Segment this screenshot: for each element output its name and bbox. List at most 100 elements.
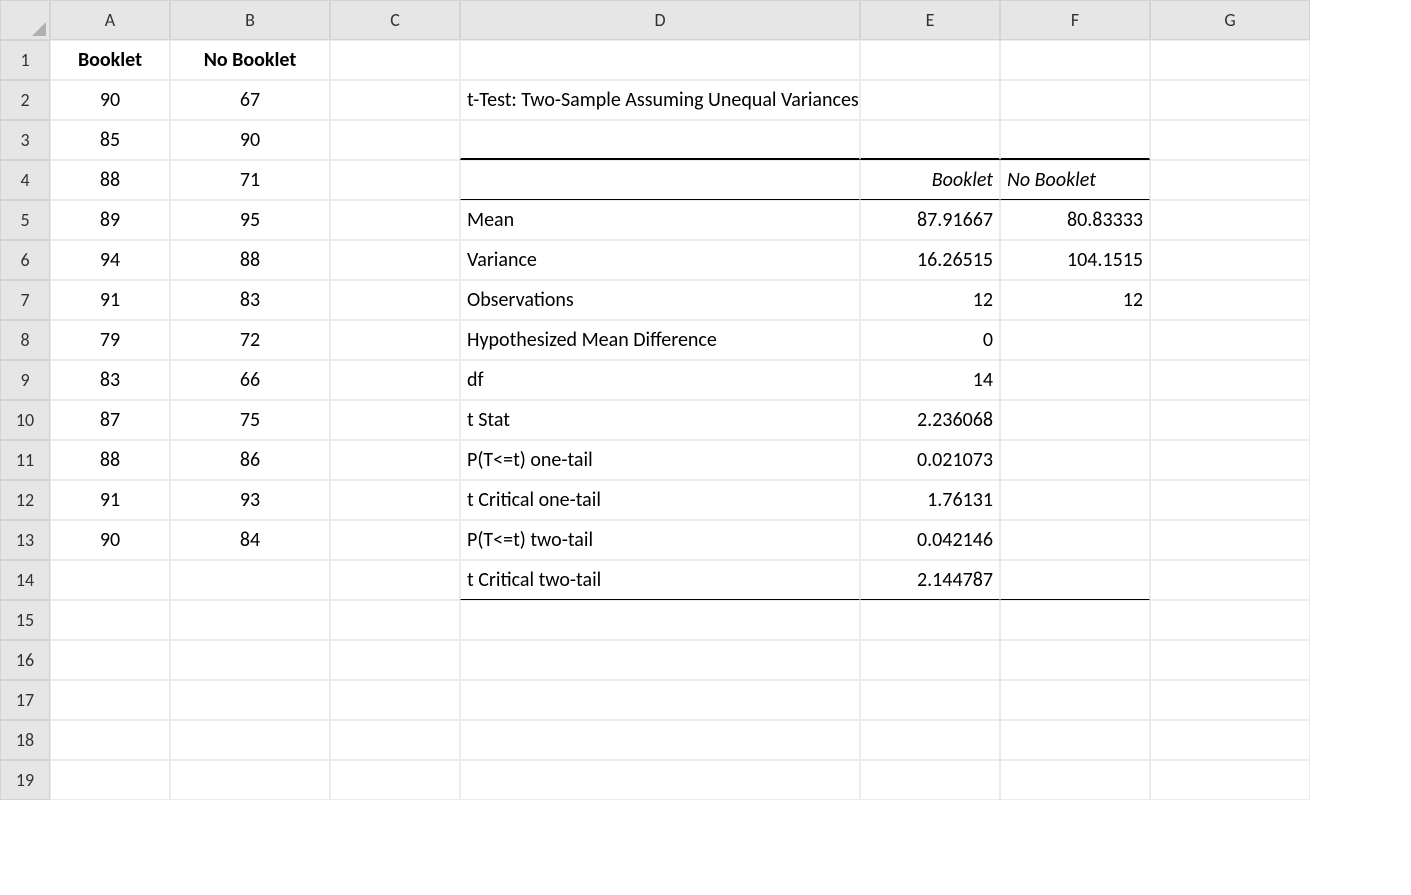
row-header-15[interactable]: 15 [0, 600, 50, 640]
cell-A12[interactable]: 91 [50, 480, 170, 520]
cell-A6[interactable]: 94 [50, 240, 170, 280]
row-header-8[interactable]: 8 [0, 320, 50, 360]
col-header-G[interactable]: G [1150, 0, 1310, 40]
row-header-3[interactable]: 3 [0, 120, 50, 160]
cell-E15[interactable] [860, 600, 1000, 640]
cell-C19[interactable] [330, 760, 460, 800]
cell-A1[interactable]: Booklet [50, 40, 170, 80]
cell-F11[interactable] [1000, 440, 1150, 480]
cell-F9[interactable] [1000, 360, 1150, 400]
cell-E13[interactable]: 0.042146 [860, 520, 1000, 560]
cell-C1[interactable] [330, 40, 460, 80]
cell-A8[interactable]: 79 [50, 320, 170, 360]
cell-F13[interactable] [1000, 520, 1150, 560]
cell-F7[interactable]: 12 [1000, 280, 1150, 320]
cell-E16[interactable] [860, 640, 1000, 680]
cell-F14[interactable] [1000, 560, 1150, 600]
cell-D18[interactable] [460, 720, 860, 760]
cell-B5[interactable]: 95 [170, 200, 330, 240]
cell-G7[interactable] [1150, 280, 1310, 320]
cell-A19[interactable] [50, 760, 170, 800]
cell-B13[interactable]: 84 [170, 520, 330, 560]
cell-E17[interactable] [860, 680, 1000, 720]
cell-A16[interactable] [50, 640, 170, 680]
cell-G1[interactable] [1150, 40, 1310, 80]
cell-F4[interactable]: No Booklet [1000, 160, 1150, 200]
cell-A2[interactable]: 90 [50, 80, 170, 120]
cell-E3[interactable] [860, 120, 1000, 160]
cell-A17[interactable] [50, 680, 170, 720]
cell-G10[interactable] [1150, 400, 1310, 440]
cell-C7[interactable] [330, 280, 460, 320]
cell-G18[interactable] [1150, 720, 1310, 760]
row-header-13[interactable]: 13 [0, 520, 50, 560]
cell-B11[interactable]: 86 [170, 440, 330, 480]
row-header-6[interactable]: 6 [0, 240, 50, 280]
cell-F8[interactable] [1000, 320, 1150, 360]
cell-G4[interactable] [1150, 160, 1310, 200]
cell-E9[interactable]: 14 [860, 360, 1000, 400]
cell-D11[interactable]: P(T<=t) one-tail [460, 440, 860, 480]
cell-A15[interactable] [50, 600, 170, 640]
row-header-9[interactable]: 9 [0, 360, 50, 400]
cell-D5[interactable]: Mean [460, 200, 860, 240]
cell-C5[interactable] [330, 200, 460, 240]
cell-D9[interactable]: df [460, 360, 860, 400]
cell-B9[interactable]: 66 [170, 360, 330, 400]
cell-D1[interactable] [460, 40, 860, 80]
cell-D19[interactable] [460, 760, 860, 800]
cell-G17[interactable] [1150, 680, 1310, 720]
row-header-19[interactable]: 19 [0, 760, 50, 800]
cell-G11[interactable] [1150, 440, 1310, 480]
cell-C15[interactable] [330, 600, 460, 640]
cell-C3[interactable] [330, 120, 460, 160]
cell-G2[interactable] [1150, 80, 1310, 120]
cell-C16[interactable] [330, 640, 460, 680]
cell-B15[interactable] [170, 600, 330, 640]
cell-E14[interactable]: 2.144787 [860, 560, 1000, 600]
cell-G14[interactable] [1150, 560, 1310, 600]
row-header-14[interactable]: 14 [0, 560, 50, 600]
row-header-18[interactable]: 18 [0, 720, 50, 760]
cell-G6[interactable] [1150, 240, 1310, 280]
col-header-E[interactable]: E [860, 0, 1000, 40]
cell-E19[interactable] [860, 760, 1000, 800]
row-header-11[interactable]: 11 [0, 440, 50, 480]
cell-G15[interactable] [1150, 600, 1310, 640]
cell-A4[interactable]: 88 [50, 160, 170, 200]
cell-D7[interactable]: Observations [460, 280, 860, 320]
row-header-5[interactable]: 5 [0, 200, 50, 240]
cell-B18[interactable] [170, 720, 330, 760]
cell-A7[interactable]: 91 [50, 280, 170, 320]
cell-C12[interactable] [330, 480, 460, 520]
cell-G16[interactable] [1150, 640, 1310, 680]
cell-G3[interactable] [1150, 120, 1310, 160]
cell-F3[interactable] [1000, 120, 1150, 160]
cell-D12[interactable]: t Critical one-tail [460, 480, 860, 520]
cell-E12[interactable]: 1.76131 [860, 480, 1000, 520]
col-header-A[interactable]: A [50, 0, 170, 40]
cell-E5[interactable]: 87.91667 [860, 200, 1000, 240]
cell-B10[interactable]: 75 [170, 400, 330, 440]
cell-D2[interactable]: t-Test: Two-Sample Assuming Unequal Vari… [460, 80, 860, 120]
cell-C14[interactable] [330, 560, 460, 600]
cell-F2[interactable] [1000, 80, 1150, 120]
cell-F17[interactable] [1000, 680, 1150, 720]
cell-D14[interactable]: t Critical two-tail [460, 560, 860, 600]
cell-E7[interactable]: 12 [860, 280, 1000, 320]
row-header-1[interactable]: 1 [0, 40, 50, 80]
cell-B6[interactable]: 88 [170, 240, 330, 280]
cell-E1[interactable] [860, 40, 1000, 80]
cell-A3[interactable]: 85 [50, 120, 170, 160]
cell-E18[interactable] [860, 720, 1000, 760]
cell-E2[interactable] [860, 80, 1000, 120]
row-header-17[interactable]: 17 [0, 680, 50, 720]
cell-D17[interactable] [460, 680, 860, 720]
row-header-10[interactable]: 10 [0, 400, 50, 440]
cell-F15[interactable] [1000, 600, 1150, 640]
row-header-7[interactable]: 7 [0, 280, 50, 320]
cell-C4[interactable] [330, 160, 460, 200]
cell-B3[interactable]: 90 [170, 120, 330, 160]
cell-F5[interactable]: 80.83333 [1000, 200, 1150, 240]
cell-F1[interactable] [1000, 40, 1150, 80]
